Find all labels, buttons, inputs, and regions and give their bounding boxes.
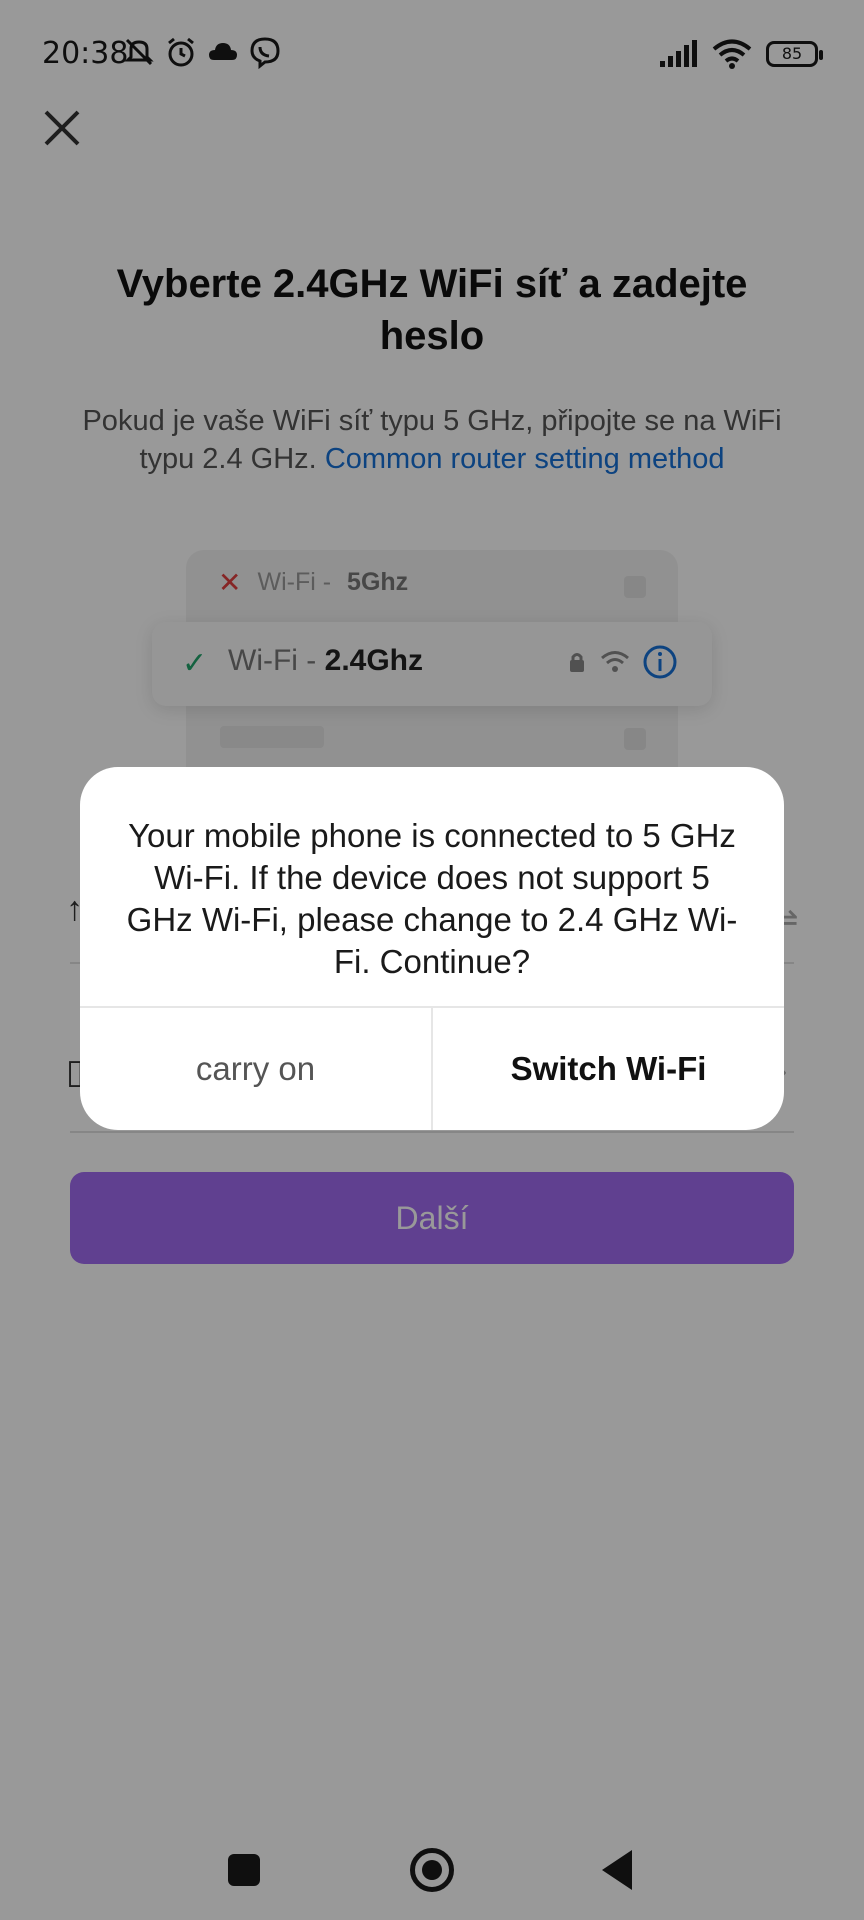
switch-wifi-button[interactable]: Switch Wi-Fi (433, 1008, 784, 1130)
dialog-message: Your mobile phone is connected to 5 GHz … (126, 817, 738, 980)
wifi-warning-dialog: Your mobile phone is connected to 5 GHz … (80, 767, 784, 1130)
wifi-setup-screen: 20:38 85 Vyberte 2.4GHz WiFi síť a zadej… (0, 0, 864, 1920)
carry-on-button[interactable]: carry on (80, 1008, 431, 1130)
